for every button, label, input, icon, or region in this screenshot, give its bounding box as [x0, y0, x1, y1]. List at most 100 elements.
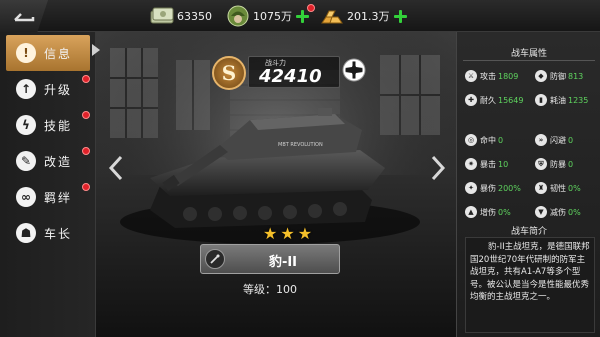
stat-label: 增伤 [480, 207, 496, 217]
durability-icon: ✚ [465, 94, 477, 106]
defense-icon: ◆ [535, 70, 547, 82]
iron-cross-icon [342, 58, 366, 82]
stat-value: 200% [498, 183, 521, 193]
commander-icon: ☗ [16, 223, 36, 243]
stat-dodge: » 闪避 0 [535, 132, 573, 148]
damage-reduce-icon: ▼ [535, 206, 547, 218]
fuel-icon: ▮ [535, 94, 547, 106]
back-arrow-icon [14, 13, 35, 22]
menu-label: 羁绊 [44, 190, 73, 205]
rename-button[interactable] [205, 249, 225, 269]
soldier-alert-dot [307, 4, 315, 12]
stat-label: 防暴 [550, 159, 566, 169]
star-icon: ★ [280, 224, 295, 243]
stat-value: 0 [568, 135, 574, 145]
compass-pen-icon [210, 254, 220, 264]
star-rating: ★ ★ ★ [263, 224, 312, 243]
hit-icon: ◎ [465, 134, 477, 146]
stat-label: 闪避 [550, 135, 566, 145]
stat-value: 0% [568, 207, 581, 217]
lightning-icon: ϟ [16, 115, 36, 135]
stat-label: 防御 [550, 71, 566, 81]
cash-resource: 63350 [150, 4, 212, 28]
gold-bars-icon [321, 10, 343, 24]
stat-toughness: ♜ 韧性 0% [535, 180, 581, 196]
stat-value: 1809 [498, 71, 519, 81]
stat-label: 耐久 [480, 95, 496, 105]
soldier-icon [227, 5, 249, 27]
stat-value: 15649 [498, 95, 524, 105]
stat-value: 10 [498, 159, 509, 169]
vehicle-level: 等级：100 [243, 283, 297, 296]
stat-label: 攻击 [480, 71, 496, 81]
menu-label: 车长 [44, 226, 73, 241]
menu-label: 升级 [44, 82, 73, 97]
top-bar: 63350 1075万 201.3万 [0, 0, 600, 32]
gold-resource: 201.3万 [320, 4, 407, 28]
soldier-resource: 1075万 [226, 4, 309, 28]
title-divider [463, 60, 595, 61]
menu-label: 信息 [44, 46, 73, 61]
prev-vehicle-arrow-icon[interactable] [108, 155, 124, 181]
buy-soldier-plus-icon[interactable] [296, 9, 309, 23]
vehicle-nameplate: 豹-II [200, 244, 340, 274]
intro-title: 战车简介 [510, 227, 547, 237]
power-value: 42410 [259, 66, 322, 87]
power-box: 战斗力 42410 [248, 56, 340, 88]
toughness-icon: ♜ [535, 182, 547, 194]
damage-boost-icon: ▲ [465, 206, 477, 218]
menu-item-commander[interactable]: ☗ 车长 [6, 215, 90, 251]
stat-label: 耗油 [550, 95, 566, 105]
bond-alert-dot [82, 183, 90, 191]
stat-fuel: ▮ 耗油 1235 [535, 92, 588, 108]
menu-item-info[interactable]: ! 信息 [6, 35, 90, 71]
next-vehicle-arrow-icon[interactable] [430, 155, 446, 181]
menu-label: 技能 [44, 118, 73, 133]
cash-stack-icon [150, 7, 174, 24]
stat-damage-reduce: ▼ 减伤 0% [535, 204, 581, 220]
skills-alert-dot [82, 111, 90, 119]
menu-item-modify[interactable]: ✎ 改造 [6, 143, 90, 179]
stat-anti-crit: ⛨ 防暴 0 [535, 156, 573, 172]
stat-hit: ◎ 命中 0 [465, 132, 503, 148]
intro-text: 豹-II主战坦克，是德国联邦国20世纪70年代研制的防军主战坦克，共有A1-A7… [470, 242, 590, 302]
panel-title: 战车属性 [510, 49, 547, 59]
wrench-icon: ✎ [16, 151, 36, 171]
attribute-panel: 战车属性 ⚔ 攻击 1809 ◆ 防御 813 ✚ 耐久 15649 ▮ 耗油 … [456, 32, 600, 337]
menu-item-bond[interactable]: ∞ 羁绊 [6, 179, 90, 215]
link-icon: ∞ [16, 187, 36, 207]
buy-gold-plus-icon[interactable] [393, 9, 407, 23]
anti-crit-icon: ⛨ [535, 158, 547, 170]
menu-item-upgrade[interactable]: ↑ 升级 [6, 71, 90, 107]
stat-defense: ◆ 防御 813 [535, 68, 583, 84]
stat-durability: ✚ 耐久 15649 [465, 92, 523, 108]
upgrade-arrow-icon: ↑ [16, 79, 36, 99]
stat-value: 1235 [568, 95, 589, 105]
rank-badge: S [212, 56, 246, 90]
hull-marking-text: MBT REVOLUTION [278, 142, 323, 148]
dodge-icon: » [535, 134, 547, 146]
stat-damage-boost: ▲ 增伤 0% [465, 204, 511, 220]
crit-icon: ✷ [465, 158, 477, 170]
back-button[interactable] [0, 0, 48, 32]
star-icon: ★ [263, 224, 278, 243]
stat-label: 减伤 [550, 207, 566, 217]
left-menu: ! 信息 ↑ 升级 ϟ 技能 ✎ 改造 ∞ 羁绊 ☗ 车长 [0, 32, 96, 337]
menu-item-skills[interactable]: ϟ 技能 [6, 107, 90, 143]
star-icon: ★ [297, 224, 313, 243]
intro-box: 豹-II主战坦克，是德国联邦国20世纪70年代研制的防军主战坦克，共有A1-A7… [465, 237, 595, 333]
stat-attack: ⚔ 攻击 1809 [465, 68, 518, 84]
menu-label: 改造 [44, 154, 73, 169]
stat-label: 命中 [480, 135, 496, 145]
stat-label: 韧性 [550, 183, 566, 193]
vehicle-name: 豹-II [268, 255, 298, 270]
crit-damage-icon: ✦ [465, 182, 477, 194]
attack-icon: ⚔ [465, 70, 477, 82]
upgrade-alert-dot [82, 75, 90, 83]
stat-value: 813 [568, 71, 584, 81]
soldier-value: 1075万 [253, 10, 292, 23]
exclamation-icon: ! [16, 43, 36, 63]
stat-value: 0 [568, 159, 574, 169]
stat-crit: ✷ 暴击 10 [465, 156, 508, 172]
stat-label: 暴伤 [480, 183, 496, 193]
